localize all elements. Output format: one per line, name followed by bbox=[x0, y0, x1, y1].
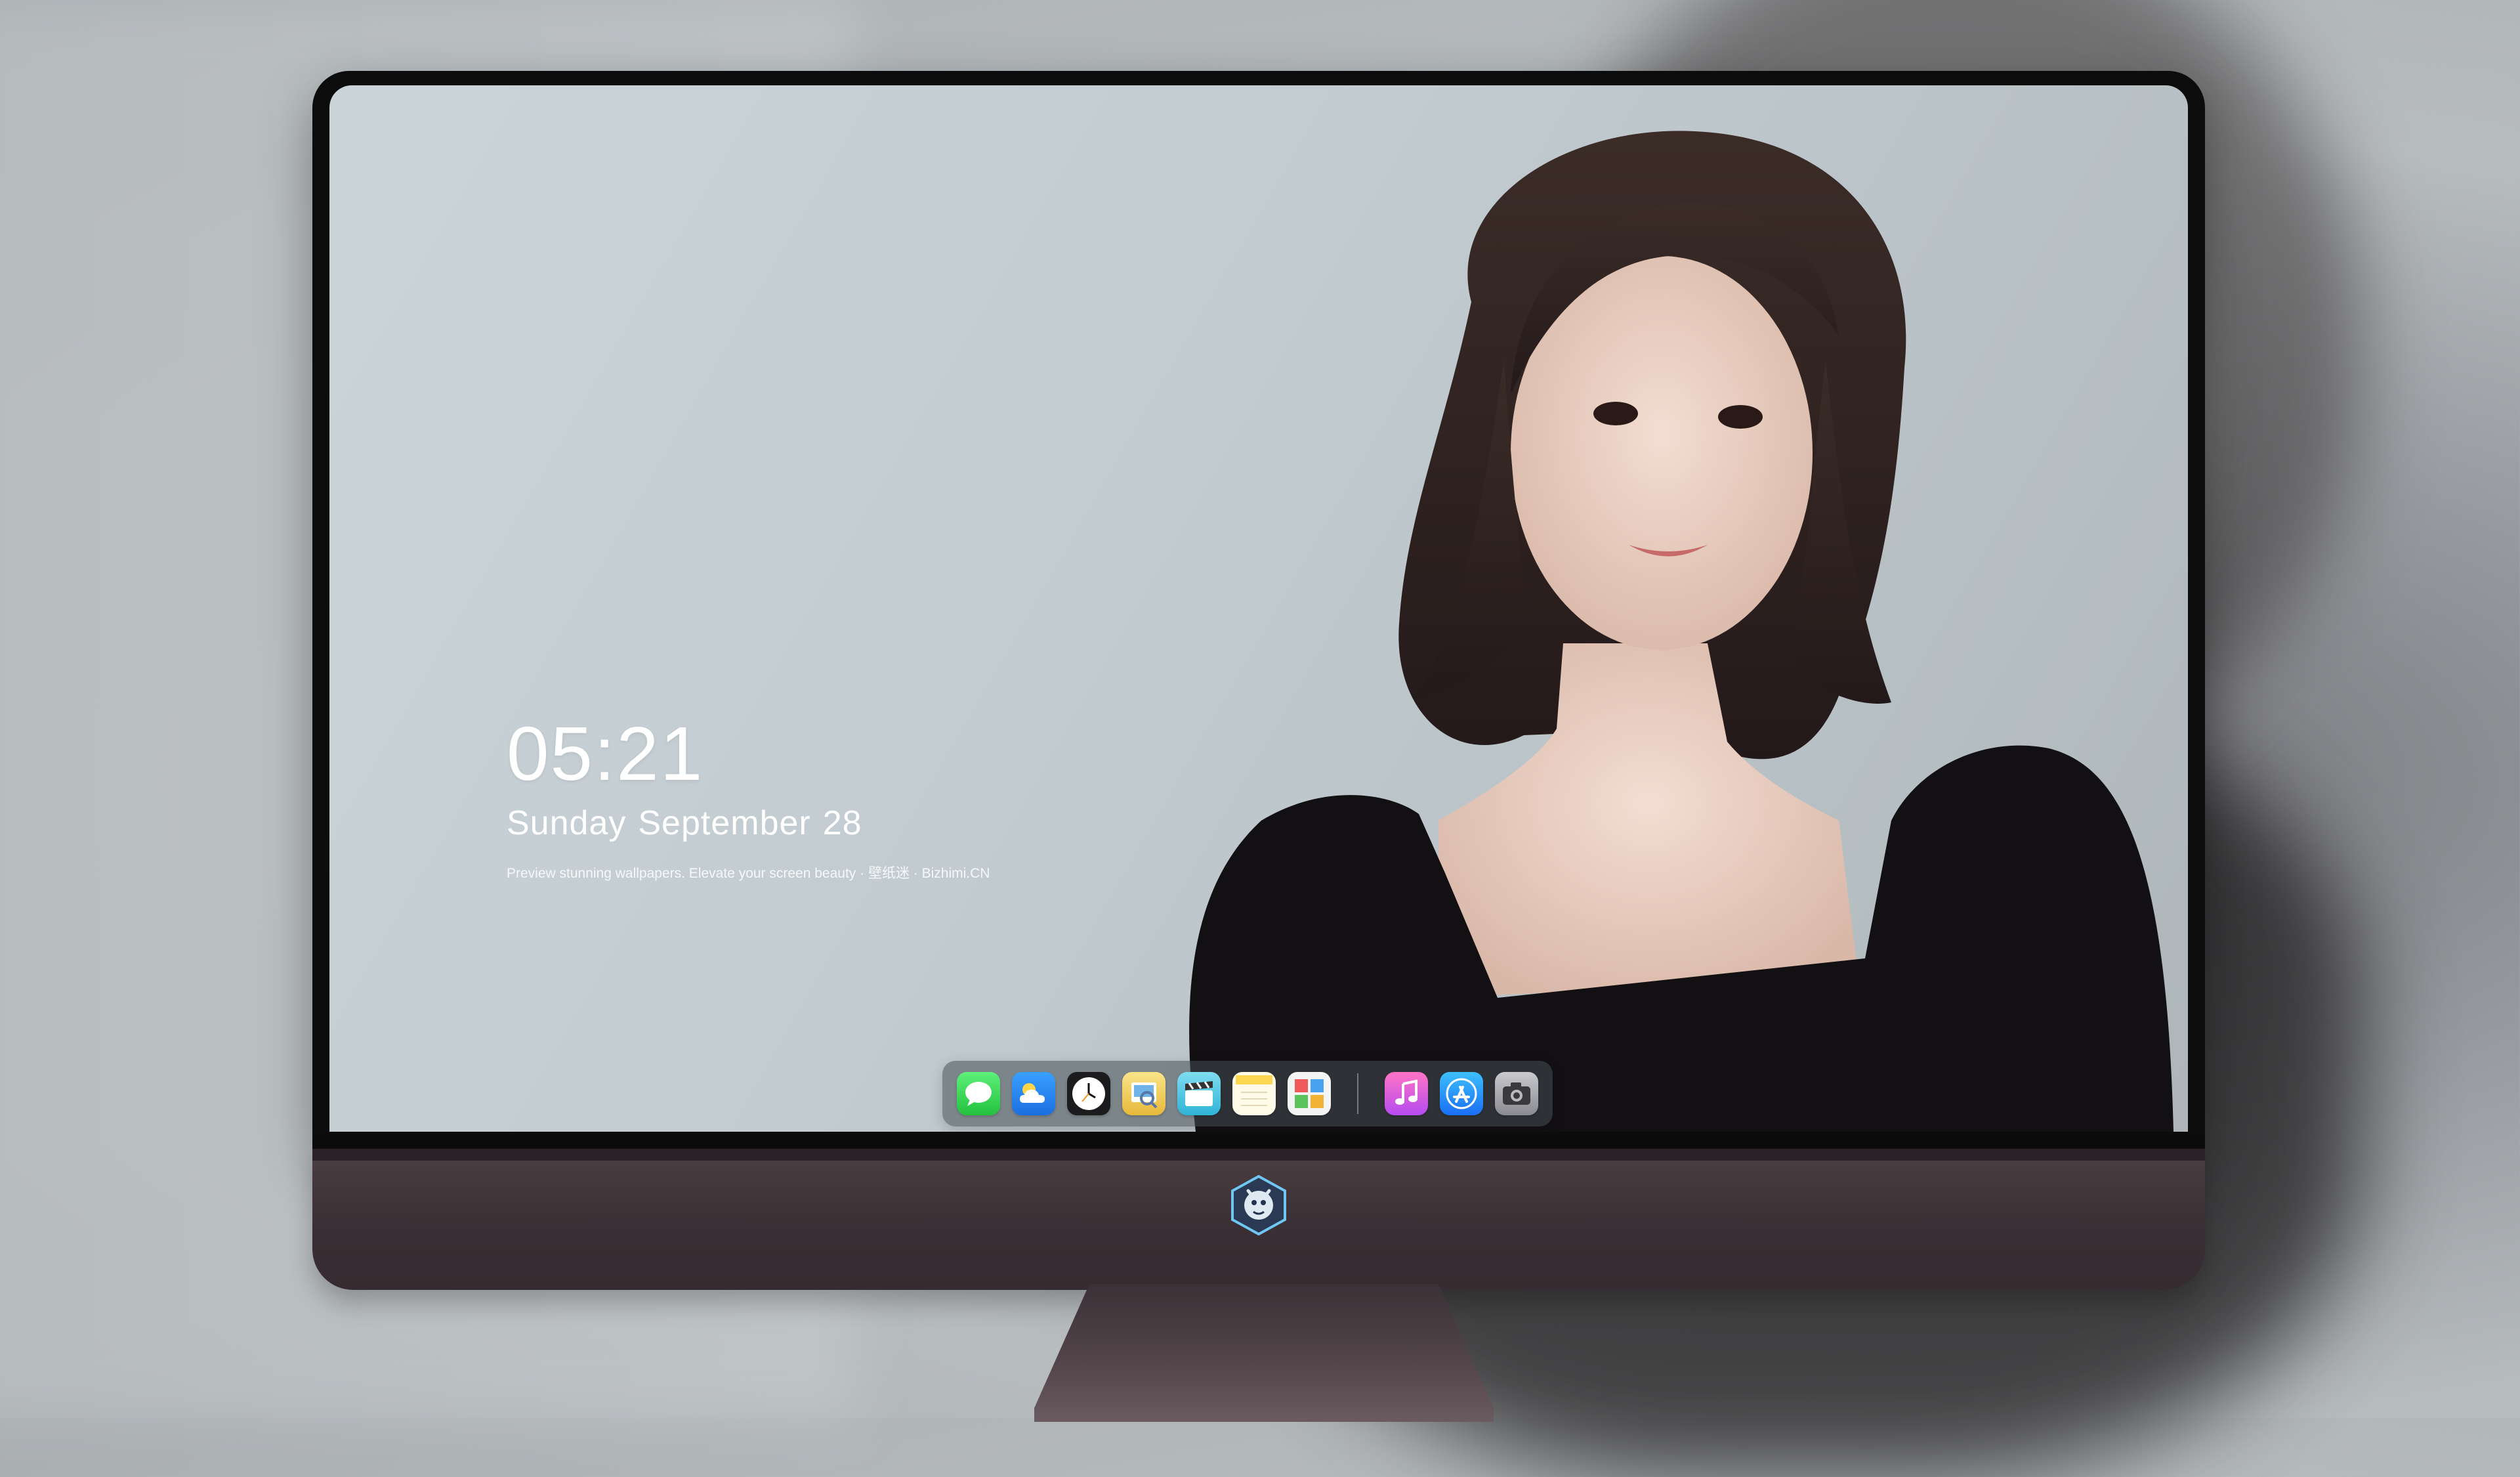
clock-weekday: Sunday bbox=[507, 804, 627, 842]
monitor: 05:21 Sunday September 28 Preview stunning… bbox=[312, 71, 2205, 1422]
notes-app[interactable] bbox=[1232, 1072, 1276, 1115]
preview-app[interactable] bbox=[1122, 1072, 1166, 1115]
wallpaper-portrait bbox=[1189, 131, 2174, 1132]
app-store-app[interactable] bbox=[1440, 1072, 1483, 1115]
dock-separator bbox=[1357, 1073, 1358, 1114]
clock-app[interactable] bbox=[1067, 1072, 1110, 1115]
clapperboard-icon bbox=[1185, 1081, 1213, 1106]
clips-app[interactable] bbox=[1177, 1072, 1221, 1115]
clock-time: 05:21 bbox=[507, 711, 704, 796]
music-note-icon bbox=[1395, 1079, 1418, 1105]
photo-booth-app[interactable] bbox=[1288, 1072, 1331, 1115]
chin-divider bbox=[312, 1149, 2205, 1161]
clock-month: September bbox=[638, 804, 811, 842]
cloud-icon bbox=[1020, 1083, 1045, 1103]
music-app[interactable] bbox=[1385, 1072, 1428, 1115]
clock-day: 28 bbox=[822, 804, 862, 842]
monitor-stand bbox=[1034, 1284, 1494, 1422]
grid-photos-icon bbox=[1295, 1079, 1324, 1108]
dragon-badge-icon bbox=[1231, 1175, 1286, 1235]
desktop-screen: 05:21 Sunday September 28 Preview stunning… bbox=[329, 85, 2188, 1132]
camera-app[interactable] bbox=[1495, 1072, 1538, 1115]
notes-icon bbox=[1236, 1075, 1272, 1106]
weather-app[interactable] bbox=[1012, 1072, 1055, 1115]
clock-widget: 05:21 Sunday September 28 Preview stunning… bbox=[507, 716, 990, 882]
messages-app[interactable] bbox=[957, 1072, 1000, 1115]
camera-icon bbox=[1503, 1082, 1530, 1105]
dock bbox=[942, 1061, 1553, 1126]
clock-date: Sunday September 28 bbox=[507, 803, 990, 843]
clock-icon bbox=[1072, 1077, 1105, 1110]
message-bubble-icon bbox=[965, 1082, 992, 1106]
preview-icon bbox=[1131, 1082, 1158, 1109]
wallpaper-caption: Preview stunning wallpapers. Elevate you… bbox=[507, 866, 990, 881]
app-store-icon bbox=[1446, 1078, 1477, 1109]
